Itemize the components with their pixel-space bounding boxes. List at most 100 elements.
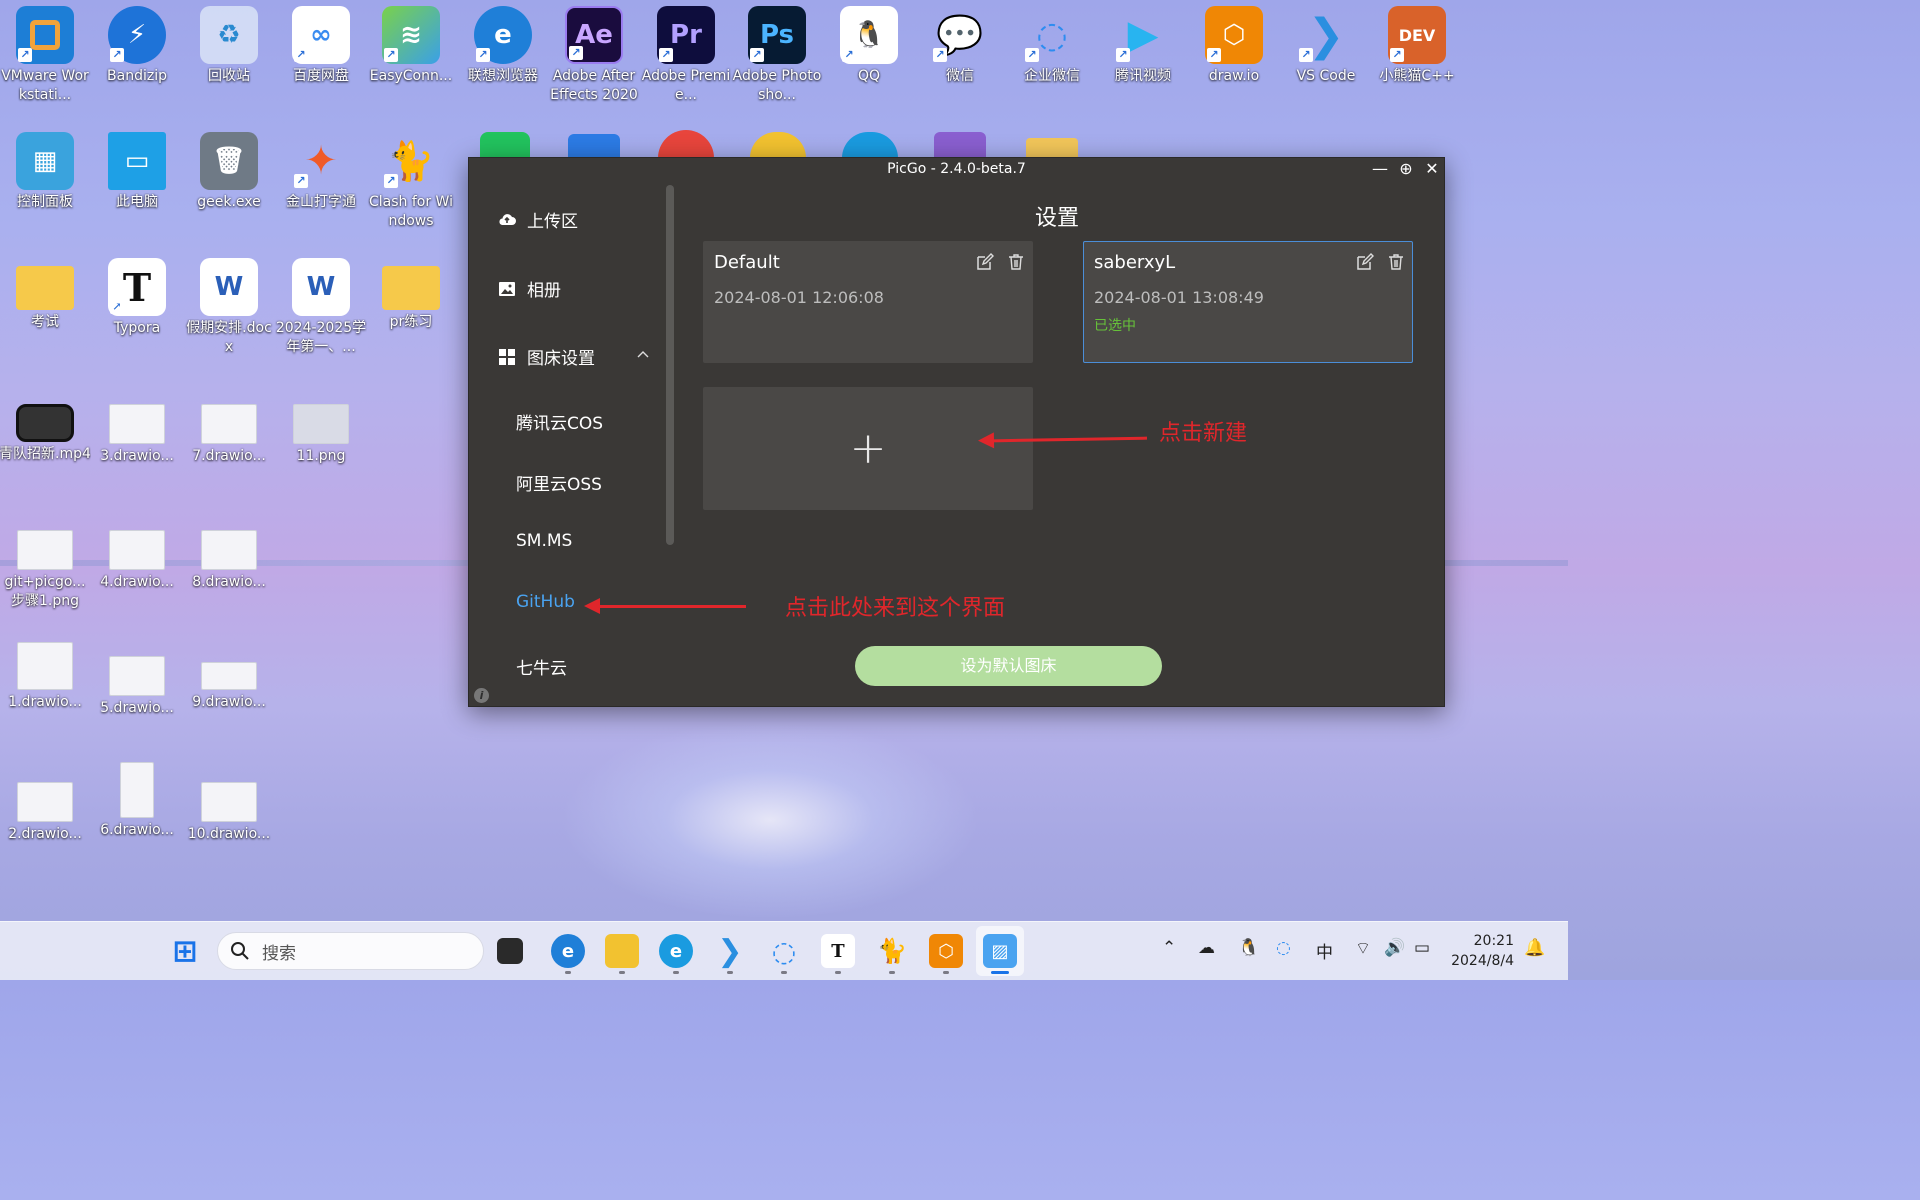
sidebar-subitem-tencent-cos[interactable]: 腾讯云COS: [516, 409, 603, 434]
delete-icon[interactable]: [1006, 252, 1026, 272]
typora-taskbar-icon[interactable]: T: [821, 934, 855, 968]
qq-tray-icon[interactable]: 🐧: [1238, 938, 1259, 958]
clock-date: 2024/8/4: [1451, 953, 1514, 969]
pin-button[interactable]: ⊕: [1395, 159, 1417, 179]
desktop-icon-qq[interactable]: 🐧 ↗ QQ: [826, 6, 912, 86]
sidebar-scrollbar[interactable]: [666, 185, 674, 545]
task-view-icon[interactable]: [497, 938, 523, 964]
desktop-file-11-png[interactable]: 11.png: [278, 404, 364, 466]
desktop-icon-kingsoft-typing[interactable]: ✦ ↗ 金山打字通: [278, 132, 364, 212]
desktop-icon-wecom[interactable]: ◌ ↗ 企业微信: [1009, 6, 1095, 86]
bandizip-icon: ⚡ ↗: [108, 6, 166, 64]
desktop-icon-label: 小熊猫C++: [1379, 68, 1455, 84]
picgo-taskbar-icon[interactable]: ▨: [983, 934, 1017, 968]
desktop-icon-vscode[interactable]: ❯ ↗ VS Code: [1283, 6, 1369, 86]
desktop-file-holiday-docx[interactable]: W 假期安排.docx: [186, 258, 272, 357]
sidebar-subitem-aliyun-oss[interactable]: 阿里云OSS: [516, 470, 602, 495]
desktop-icon-after-effects[interactable]: Ae ↗ Adobe After Effects 2020: [550, 6, 638, 105]
sidebar-item-picbed-settings[interactable]: 图床设置: [497, 344, 653, 369]
battery-icon[interactable]: ▭: [1414, 938, 1430, 958]
easyconnect-icon: ≋ ↗: [382, 6, 440, 64]
desktop-icon-lenovo-browser[interactable]: e ↗ 联想浏览器: [460, 6, 546, 86]
desktop-file-drawio-4[interactable]: 4.drawio...: [94, 530, 180, 592]
sidebar-subitem-smms[interactable]: SM.MS: [516, 531, 572, 551]
desktop-icon-wechat[interactable]: 💬 ↗ 微信: [917, 6, 1003, 86]
image-thumbnail-icon: [120, 762, 154, 818]
config-card-default[interactable]: Default 2024-08-01 12:06:08: [703, 241, 1033, 363]
ime-indicator[interactable]: 中: [1316, 938, 1333, 963]
taskbar-search[interactable]: 搜索: [217, 932, 484, 970]
desktop-icon-label: Adobe Premie...: [641, 68, 731, 103]
wecom-tray-icon[interactable]: ◌: [1276, 938, 1291, 958]
system-clock[interactable]: 20:21 2024/8/4: [1451, 931, 1514, 971]
desktop-file-drawio-2[interactable]: 2.drawio...: [2, 782, 88, 844]
set-default-picbed-button[interactable]: 设为默认图床: [855, 646, 1162, 686]
minimize-button[interactable]: —: [1369, 159, 1391, 179]
desktop-icon-recycle-bin[interactable]: ♻ 回收站: [186, 6, 272, 86]
wifi-icon[interactable]: ⌔: [1355, 938, 1371, 959]
desktop-icon-easyconnect[interactable]: ≋ ↗ EasyConn...: [368, 6, 454, 86]
desktop-icon-baidu-netdisk[interactable]: ∞ ↗ 百度网盘: [278, 6, 364, 86]
plus-icon: +: [849, 423, 887, 474]
info-icon[interactable]: i: [474, 688, 489, 703]
desktop-icon-typora[interactable]: T ↗ Typora: [94, 258, 180, 338]
edit-icon[interactable]: [1355, 252, 1375, 272]
desktop-file-drawio-9[interactable]: 9.drawio...: [186, 662, 272, 712]
desktop-file-drawio-5[interactable]: 5.drawio...: [94, 656, 180, 718]
desktop-icon-drawio[interactable]: ⬡ ↗ draw.io: [1191, 6, 1277, 86]
desktop-icon-this-pc[interactable]: ▭ 此电脑: [94, 132, 180, 212]
desktop-icon-photoshop[interactable]: Ps ↗ Adobe Photosho...: [733, 6, 821, 105]
sidebar-item-upload[interactable]: 上传区: [497, 207, 578, 232]
vscode-taskbar-icon[interactable]: ❯: [713, 934, 747, 969]
desktop-file-semester-docx[interactable]: W 2024-2025学年第一、...: [276, 258, 366, 357]
running-indicator: [781, 971, 787, 974]
onedrive-cloud-icon[interactable]: ☁: [1198, 938, 1215, 958]
desktop-icon-clash[interactable]: 🐈 ↗ Clash for Windows: [368, 132, 454, 231]
sidebar-item-gallery[interactable]: 相册: [497, 276, 561, 301]
chevron-up-icon[interactable]: ⌃: [1162, 938, 1176, 958]
page-title: 设置: [1035, 206, 1080, 231]
drawio-taskbar-icon[interactable]: ⬡: [929, 934, 963, 968]
sidebar-subitem-qiniu[interactable]: 七牛云: [516, 654, 567, 679]
desktop-icon-geek[interactable]: 🗑 geek.exe: [186, 132, 272, 212]
desktop-icon-label: 2.drawio...: [8, 826, 82, 842]
file-explorer-icon[interactable]: [605, 934, 639, 968]
desktop-folder-pr-practice[interactable]: pr练习: [368, 258, 454, 332]
wecom-taskbar-icon[interactable]: ◌: [767, 934, 801, 968]
desktop-file-git-picgo[interactable]: git+picgo...步骤1.png: [2, 530, 88, 611]
desktop-icon-label: EasyConn...: [369, 68, 453, 84]
desktop-folder-exam[interactable]: 考试: [2, 258, 88, 332]
picgo-window[interactable]: PicGo - 2.4.0-beta.7 — ⊕ ✕ 上传区 相册 图床设置 腾…: [468, 157, 1445, 707]
desktop-file-drawio-10[interactable]: 10.drawio...: [186, 782, 272, 844]
volume-icon[interactable]: 🔊: [1384, 938, 1405, 958]
delete-icon[interactable]: [1386, 252, 1406, 272]
desktop-file-video[interactable]: 青队招新.mp4: [0, 404, 91, 464]
desktop-file-drawio-1[interactable]: 1.drawio...: [2, 642, 88, 712]
desktop-file-drawio-6[interactable]: 6.drawio...: [94, 762, 180, 840]
taskbar-browser-icon[interactable]: e: [551, 934, 585, 968]
desktop-icon-label: 金山打字通: [286, 194, 356, 210]
edge-icon[interactable]: e: [659, 934, 693, 968]
desktop-file-drawio-7[interactable]: 7.drawio...: [186, 404, 272, 466]
browser-icon: e ↗: [474, 6, 532, 64]
config-card-saberxyl[interactable]: saberxyL 2024-08-01 13:08:49 已选中: [1083, 241, 1413, 363]
desktop-icon-red-panda-cpp[interactable]: DEV ↗ 小熊猫C++: [1374, 6, 1460, 86]
windows-start-icon[interactable]: ⊞: [168, 934, 202, 969]
edit-icon[interactable]: [975, 252, 995, 272]
active-indicator: [991, 971, 1009, 974]
desktop-icon-label: 百度网盘: [293, 68, 349, 84]
notification-bell-icon[interactable]: 🔔: [1524, 938, 1545, 958]
desktop-file-drawio-8[interactable]: 8.drawio...: [186, 530, 272, 592]
monitor-icon: ▭: [108, 132, 166, 190]
desktop-icon-premiere[interactable]: Pr ↗ Adobe Premie...: [641, 6, 731, 105]
close-button[interactable]: ✕: [1421, 159, 1443, 179]
sidebar-subitem-github[interactable]: GitHub: [516, 592, 575, 612]
desktop-icon-control-panel[interactable]: ▦ 控制面板: [2, 132, 88, 212]
desktop-icon-vmware[interactable]: ↗ VMware Workstati...: [1, 6, 89, 105]
desktop-icon-bandizip[interactable]: ⚡ ↗ Bandizip: [94, 6, 180, 86]
clash-taskbar-icon[interactable]: 🐈: [875, 934, 909, 968]
desktop-icon-tencent-video[interactable]: ▶ ↗ 腾讯视频: [1100, 6, 1186, 86]
desktop-file-drawio-3[interactable]: 3.drawio...: [94, 404, 180, 466]
running-indicator: [835, 971, 841, 974]
control-panel-icon: ▦: [16, 132, 74, 190]
